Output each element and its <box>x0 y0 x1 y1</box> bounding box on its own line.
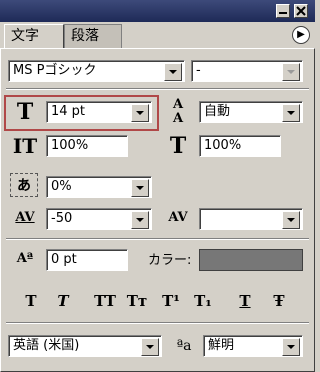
leading-value: 自動 <box>204 104 231 119</box>
close-button[interactable] <box>294 4 308 18</box>
separator <box>6 88 309 90</box>
kerning-icon: AV <box>15 210 35 225</box>
vertical-scale-icon: IT <box>12 134 38 158</box>
font-style-value: - <box>196 63 201 78</box>
antialias-icon: ªa <box>176 338 192 354</box>
separator <box>6 238 309 240</box>
tsume-value: 0% <box>51 179 72 194</box>
minimize-button[interactable] <box>276 4 290 18</box>
superscript-button[interactable]: T¹ <box>158 292 184 312</box>
leading-dropdown[interactable]: 自動 <box>199 101 303 123</box>
faux-bold-button[interactable]: T <box>20 292 42 312</box>
chevron-down-icon <box>131 211 149 229</box>
horizontal-scale-input[interactable]: 100% <box>199 135 281 157</box>
tsume-icon: あ <box>10 173 38 197</box>
all-caps-button[interactable]: TT <box>90 292 120 312</box>
horizontal-scale-value: 100% <box>204 138 242 153</box>
small-caps-button[interactable]: Tт <box>124 292 150 312</box>
separator <box>6 322 309 324</box>
palette-title-bar[interactable] <box>0 0 315 22</box>
font-size-value: 14 pt <box>51 104 86 119</box>
right-arrow-icon: ▶ <box>297 29 305 40</box>
font-family-value: MS Pゴシック <box>13 63 97 78</box>
faux-italic-button[interactable]: T <box>52 292 74 312</box>
tab-character[interactable]: 文字 <box>4 24 64 48</box>
font-size-dropdown[interactable]: 14 pt <box>46 101 152 123</box>
chevron-down-icon <box>282 338 300 356</box>
underline-button[interactable]: T <box>234 292 256 312</box>
tab-character-label: 文字 <box>11 28 39 44</box>
language-value: 英語 (米国) <box>13 338 80 353</box>
baseline-shift-input[interactable]: 0 pt <box>46 249 128 271</box>
antialias-value: 鮮明 <box>208 338 235 353</box>
leading-icon: AA <box>172 97 184 126</box>
language-dropdown[interactable]: 英語 (米国) <box>8 335 162 357</box>
tab-paragraph[interactable]: 段落 <box>64 24 122 48</box>
close-icon <box>296 6 306 16</box>
minimize-icon <box>279 12 287 14</box>
chevron-down-icon <box>282 104 300 122</box>
tsume-dropdown[interactable]: 0% <box>46 176 152 198</box>
strikethrough-button[interactable]: Ŧ <box>268 292 290 312</box>
chevron-down-icon <box>141 338 159 356</box>
baseline-shift-icon: Aª <box>16 251 34 266</box>
baseline-shift-value: 0 pt <box>51 252 77 267</box>
tab-paragraph-label: 段落 <box>71 28 99 44</box>
font-style-dropdown[interactable]: - <box>191 60 303 82</box>
chevron-down-icon <box>131 104 149 122</box>
font-family-dropdown[interactable]: MS Pゴシック <box>8 60 185 82</box>
palette-menu-button[interactable]: ▶ <box>292 26 310 44</box>
chevron-down-icon <box>164 63 182 81</box>
font-size-icon: T <box>16 99 34 125</box>
text-color-swatch[interactable] <box>199 249 303 271</box>
chevron-down-icon <box>282 63 300 81</box>
subscript-button[interactable]: T₁ <box>190 292 216 312</box>
tab-strip: 文字 段落 ▶ <box>0 22 315 50</box>
tracking-icon: AV <box>168 210 188 225</box>
chevron-down-icon <box>131 179 149 197</box>
kerning-value: -50 <box>51 211 73 226</box>
vertical-scale-value: 100% <box>51 138 89 153</box>
antialias-dropdown[interactable]: 鮮明 <box>203 335 303 357</box>
kerning-dropdown[interactable]: -50 <box>46 208 152 230</box>
color-label: カラー: <box>148 253 192 268</box>
tracking-dropdown[interactable] <box>199 208 303 230</box>
chevron-down-icon <box>282 211 300 229</box>
horizontal-scale-icon: T <box>169 133 187 159</box>
vertical-scale-input[interactable]: 100% <box>46 135 128 157</box>
